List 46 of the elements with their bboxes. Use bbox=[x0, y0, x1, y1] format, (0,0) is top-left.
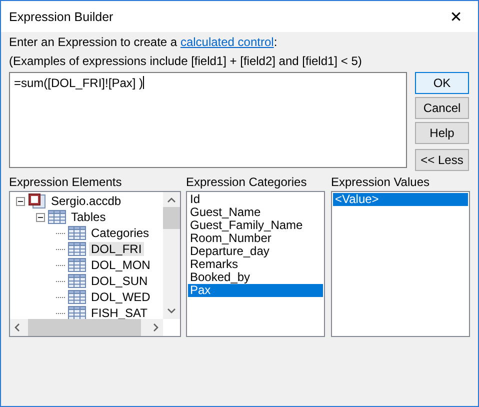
tree-item[interactable]: DOL_MON bbox=[89, 258, 152, 272]
table-icon bbox=[48, 210, 66, 224]
expression-field[interactable]: =sum([DOL_FRI]![Pax] ) bbox=[9, 72, 407, 168]
table-icon bbox=[68, 258, 86, 272]
list-item[interactable]: Id bbox=[188, 193, 323, 206]
scroll-thumb[interactable] bbox=[28, 319, 141, 336]
pane-label: Expression Values bbox=[331, 175, 430, 191]
scroll-right-icon[interactable] bbox=[153, 323, 159, 332]
scroll-up-icon[interactable] bbox=[167, 197, 176, 203]
window-title: Expression Builder bbox=[9, 10, 114, 24]
list-item[interactable]: Pax bbox=[188, 284, 323, 297]
tree-item[interactable]: Sergio.accdb bbox=[49, 194, 124, 208]
scroll-down-icon[interactable] bbox=[167, 308, 176, 314]
calculated-control-link[interactable]: calculated control bbox=[180, 35, 274, 49]
table-icon bbox=[68, 274, 86, 288]
dialog-button[interactable]: << Less bbox=[415, 149, 469, 171]
table-icon bbox=[68, 306, 86, 319]
pane-label: Expression Categories bbox=[186, 175, 308, 191]
close-button[interactable]: ✕ bbox=[434, 1, 478, 32]
instruction-text: Enter an Expression to create a calculated control: bbox=[9, 35, 278, 50]
list-item[interactable]: <Value> bbox=[333, 193, 468, 206]
collapse-icon[interactable] bbox=[36, 212, 45, 222]
scroll-left-icon[interactable] bbox=[14, 323, 20, 332]
list-item[interactable]: Remarks bbox=[188, 258, 323, 271]
list-item[interactable]: Guest_Name bbox=[188, 206, 323, 219]
tree-item[interactable]: Categories bbox=[89, 226, 152, 240]
list-item[interactable]: Guest_Family_Name bbox=[188, 219, 323, 232]
dialog-button[interactable]: OK bbox=[415, 72, 469, 94]
vertical-scrollbar[interactable] bbox=[163, 192, 180, 319]
list-item[interactable]: Room_Number bbox=[188, 232, 323, 245]
list-item[interactable]: Booked_by bbox=[188, 271, 323, 284]
dialog-button[interactable]: Cancel bbox=[415, 97, 469, 119]
tree-item[interactable]: DOL_WED bbox=[89, 290, 152, 304]
dialog-button[interactable]: Help bbox=[415, 122, 469, 144]
tree-item[interactable]: DOL_SUN bbox=[89, 274, 150, 288]
table-icon bbox=[68, 226, 86, 240]
list-item[interactable]: Departure_day bbox=[188, 245, 323, 258]
tree-item[interactable]: DOL_FRI bbox=[89, 242, 144, 256]
table-icon bbox=[68, 290, 86, 304]
scroll-thumb[interactable] bbox=[163, 207, 180, 229]
pane-label: Expression Elements bbox=[9, 175, 123, 191]
tree-item[interactable]: Tables bbox=[69, 210, 108, 224]
collapse-icon[interactable] bbox=[16, 196, 25, 206]
table-icon bbox=[68, 242, 86, 256]
horizontal-scrollbar[interactable] bbox=[10, 319, 163, 336]
examples-text: (Examples of expressions include [field1] + [field2] and [field1] < 5) bbox=[9, 54, 363, 69]
